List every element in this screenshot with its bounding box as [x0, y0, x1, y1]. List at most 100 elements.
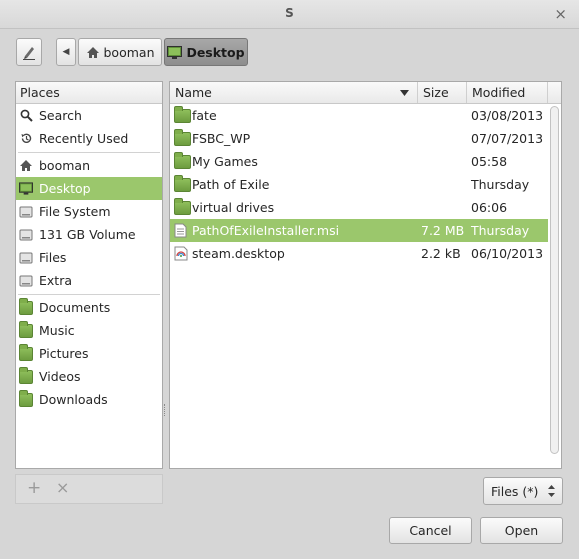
table-row[interactable]: My Games 05:58 [170, 150, 548, 173]
search-icon [19, 109, 33, 123]
open-button[interactable]: Open [480, 517, 563, 544]
table-row[interactable]: fate 03/08/2013 [170, 104, 548, 127]
sidebar-item-files[interactable]: Files [16, 246, 162, 269]
column-header-label: Size [423, 85, 449, 100]
path-button-label: booman [103, 44, 155, 60]
desktop-icon [19, 182, 33, 196]
table-row[interactable]: PathOfExileInstaller.msi 7.2 MB Thursday [170, 219, 548, 242]
file-size: 7.2 MB [421, 223, 465, 238]
music-folder-icon [19, 320, 33, 338]
folder-icon [174, 196, 191, 219]
file-modified: 03/08/2013 [471, 108, 544, 123]
path-button-desktop[interactable]: Desktop [164, 38, 248, 66]
file-list: Name Size Modified fate 03/08/2013 FSBC_… [169, 81, 562, 469]
sidebar-item-label: Search [39, 108, 82, 123]
divider [18, 152, 160, 153]
table-row[interactable]: FSBC_WP 07/07/2013 [170, 127, 548, 150]
drive-icon [19, 205, 33, 219]
places-sidebar: Places Search Recently Used booman Deskt… [15, 81, 163, 469]
file-modified: 07/07/2013 [471, 131, 544, 146]
column-header-size[interactable]: Size [418, 82, 467, 103]
drive-icon [19, 228, 33, 242]
sidebar-item-search[interactable]: Search [16, 104, 162, 127]
folder-icon [174, 173, 191, 196]
path-back-button[interactable]: ◀ [56, 38, 76, 66]
file-type-filter[interactable]: Files (*) [483, 477, 563, 505]
home-icon [19, 159, 33, 173]
history-icon [19, 132, 33, 146]
desktop-file-icon [174, 242, 188, 265]
home-icon [86, 46, 99, 58]
folder-icon [174, 104, 191, 127]
sidebar-item-label: File System [39, 204, 111, 219]
divider [18, 294, 160, 295]
sidebar-item-label: booman [39, 158, 90, 173]
sidebar-item-label: Pictures [39, 346, 89, 361]
documents-folder-icon [19, 297, 33, 315]
folder-icon [174, 127, 191, 150]
places-header-label: Places [20, 85, 60, 100]
sidebar-item-videos[interactable]: Videos [16, 365, 162, 388]
column-header-modified[interactable]: Modified [467, 82, 548, 103]
sidebar-item-label: Extra [39, 273, 72, 288]
sidebar-item-label: Recently Used [39, 131, 129, 146]
sidebar-item-music[interactable]: Music [16, 319, 162, 342]
column-header-label: Modified [472, 85, 526, 100]
file-modified: 05:58 [471, 154, 508, 169]
arrow-left-icon: ◀ [62, 47, 70, 57]
file-name: fate [192, 108, 217, 123]
file-modified: 06/10/2013 [471, 246, 544, 261]
edit-location-button[interactable] [16, 38, 42, 66]
window-title: S [285, 6, 294, 20]
document-icon [174, 219, 187, 242]
desktop-icon [167, 45, 183, 59]
sidebar-item-label: Documents [39, 300, 111, 315]
file-modified: Thursday [471, 223, 530, 238]
add-bookmark-button[interactable]: + [27, 478, 41, 498]
path-button-label: Desktop [186, 44, 245, 60]
sidebar-item-desktop[interactable]: Desktop [16, 177, 162, 200]
sidebar-item-label: 131 GB Volume [39, 227, 136, 242]
cancel-button-label: Cancel [409, 523, 452, 538]
cancel-button[interactable]: Cancel [389, 517, 472, 544]
table-row[interactable]: steam.desktop 2.2 kB 06/10/2013 [170, 242, 548, 265]
places-header: Places [16, 82, 162, 104]
sidebar-item-extra[interactable]: Extra [16, 269, 162, 292]
sidebar-item-booman[interactable]: booman [16, 154, 162, 177]
close-button[interactable]: × [554, 5, 567, 23]
vertical-scrollbar[interactable] [550, 106, 559, 466]
file-name: PathOfExileInstaller.msi [192, 223, 340, 238]
sidebar-item-downloads[interactable]: Downloads [16, 388, 162, 411]
file-modified: 06:06 [471, 200, 508, 215]
sidebar-item-131gb-volume[interactable]: 131 GB Volume [16, 223, 162, 246]
sidebar-item-label: Downloads [39, 392, 108, 407]
sort-descending-icon [400, 90, 409, 96]
sidebar-item-label: Music [39, 323, 75, 338]
open-button-label: Open [504, 523, 539, 538]
pictures-folder-icon [19, 343, 33, 361]
videos-folder-icon [19, 366, 33, 384]
sidebar-item-file-system[interactable]: File System [16, 200, 162, 223]
table-row[interactable]: Path of Exile Thursday [170, 173, 548, 196]
file-name: Path of Exile [192, 177, 270, 192]
remove-bookmark-button[interactable]: × [56, 478, 69, 497]
sidebar-item-label: Desktop [39, 181, 91, 196]
bookmark-buttons-bar: + × [15, 474, 163, 504]
path-button-booman[interactable]: booman [78, 38, 162, 66]
sidebar-item-pictures[interactable]: Pictures [16, 342, 162, 365]
file-name: FSBC_WP [192, 131, 251, 146]
sidebar-item-label: Videos [39, 369, 81, 384]
downloads-folder-icon [19, 389, 33, 407]
column-header-label: Name [175, 85, 212, 100]
sidebar-item-documents[interactable]: Documents [16, 296, 162, 319]
file-name: virtual drives [192, 200, 275, 215]
drive-icon [19, 274, 33, 288]
file-name: steam.desktop [192, 246, 285, 261]
column-header-name[interactable]: Name [170, 82, 418, 103]
sidebar-item-recently-used[interactable]: Recently Used [16, 127, 162, 150]
file-type-filter-value: Files (*) [491, 483, 539, 499]
scrollbar-thumb[interactable] [550, 106, 559, 454]
table-row[interactable]: virtual drives 06:06 [170, 196, 548, 219]
pencil-icon [23, 47, 35, 60]
file-modified: Thursday [471, 177, 530, 192]
